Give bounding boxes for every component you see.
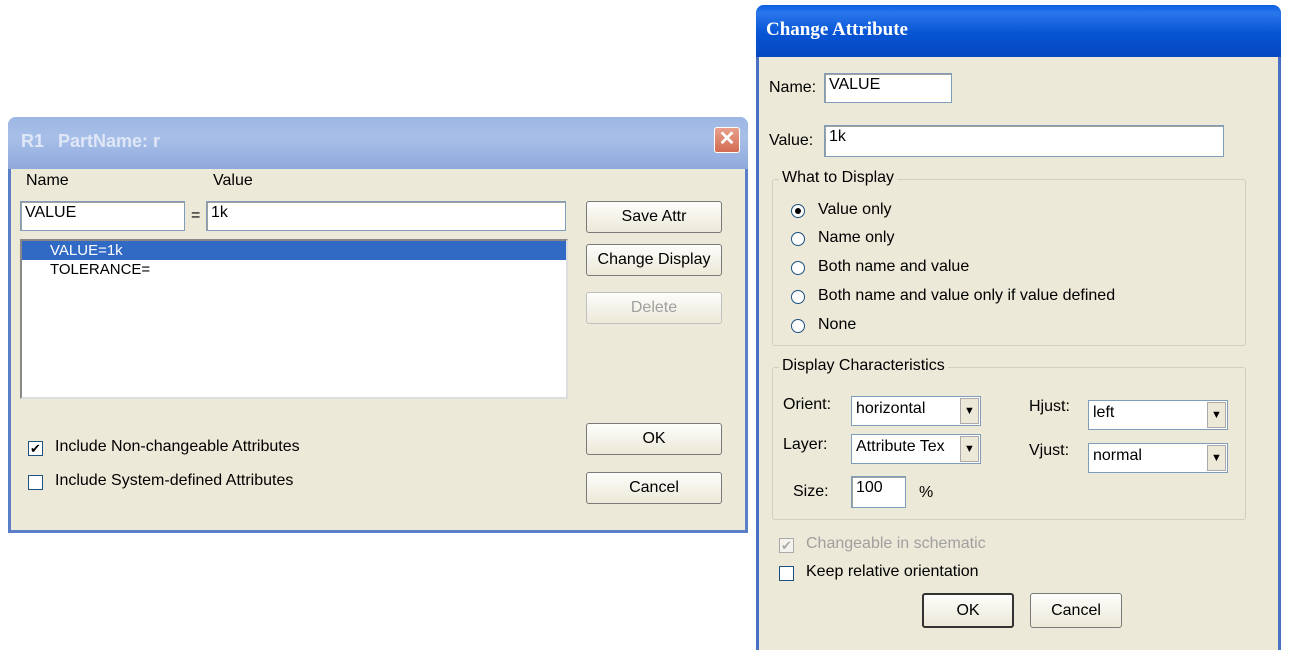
orient-value: horizontal [856,400,926,417]
cancel-button[interactable]: Cancel [586,472,722,504]
radio-both[interactable] [791,261,805,275]
orient-label: Orient: [783,396,832,413]
what-to-display-group: What to Display Value only Name only Bot… [772,169,1246,346]
delete-button[interactable]: Delete [586,292,722,324]
title-bar[interactable]: Change Attribute [756,5,1281,57]
chevron-down-icon[interactable]: ▼ [960,436,979,462]
attributes-dialog: R1 PartName: r ✕ Name Value VALUE = 1k VA… [8,117,748,533]
changeable-checkbox[interactable]: ✔ [779,538,794,553]
dialog-title: R1 PartName: r [21,131,160,152]
radio-value-only[interactable] [791,204,805,218]
change-attribute-dialog: Change Attribute Name: VALUE Value: 1k W… [756,5,1281,650]
size-label: Size: [793,483,829,500]
title-bar[interactable]: R1 PartName: r ✕ [8,117,748,169]
size-input[interactable]: 100 [851,476,906,508]
vjust-select[interactable]: normal ▼ [1088,443,1228,473]
vjust-label: Vjust: [1029,442,1070,459]
dialog-title: Change Attribute [766,19,908,40]
attribute-name-input[interactable]: VALUE [20,201,185,231]
radio-none[interactable] [791,319,805,333]
list-item[interactable]: VALUE=1k [22,241,566,260]
radio-label: Both name and value only if value define… [818,287,1116,304]
group-title: What to Display [779,169,898,187]
display-characteristics-group: Display Characteristics Orient: horizont… [772,357,1246,520]
radio-label: Value only [818,201,892,218]
hjust-select[interactable]: left ▼ [1088,400,1228,430]
change-display-button[interactable]: Change Display [586,244,722,276]
save-attr-button[interactable]: Save Attr [586,201,722,233]
changeable-label: Changeable in schematic [806,535,986,552]
layer-value: Attribute Tex [856,438,945,455]
ok-button[interactable]: OK [922,593,1014,628]
include-nonchangeable-checkbox[interactable]: ✔ [28,441,43,456]
attribute-list[interactable]: VALUE=1k TOLERANCE= [20,239,568,399]
radio-name-only[interactable] [791,232,805,246]
radio-label: Both name and value [818,258,970,275]
value-input[interactable]: 1k [824,125,1224,157]
size-unit: % [919,484,934,501]
attribute-value-input[interactable]: 1k [206,201,566,231]
include-nonchangeable-label: Include Non-changeable Attributes [55,438,300,455]
vjust-value: normal [1093,447,1142,464]
checkmark-icon: ✔ [781,538,792,553]
chevron-down-icon[interactable]: ▼ [960,398,979,424]
group-title: Display Characteristics [779,357,948,375]
orient-select[interactable]: horizontal ▼ [851,396,981,426]
part-name-title: PartName: r [58,131,161,151]
layer-select[interactable]: Attribute Tex ▼ [851,434,981,464]
value-label: Value: [769,132,814,149]
close-icon: ✕ [718,128,736,150]
name-header: Name [26,172,69,189]
hjust-value: left [1093,404,1115,421]
radio-label: None [818,316,857,333]
close-button[interactable]: ✕ [714,127,740,153]
cancel-button[interactable]: Cancel [1030,593,1122,628]
keep-relative-label: Keep relative orientation [806,563,979,580]
layer-label: Layer: [783,436,828,453]
chevron-down-icon[interactable]: ▼ [1207,402,1226,428]
checkmark-icon: ✔ [30,441,41,456]
chevron-down-icon[interactable]: ▼ [1207,445,1226,471]
include-system-checkbox[interactable] [28,475,43,490]
radio-label: Name only [818,229,895,246]
ok-button[interactable]: OK [586,423,722,455]
equals-sign: = [191,207,201,224]
radio-both-if-defined[interactable] [791,290,805,304]
list-item[interactable]: TOLERANCE= [22,260,566,279]
hjust-label: Hjust: [1029,398,1070,415]
value-header: Value [213,172,253,189]
part-reference: R1 [21,131,45,151]
name-input[interactable]: VALUE [824,73,952,103]
include-system-label: Include System-defined Attributes [55,472,294,489]
keep-relative-checkbox[interactable] [779,566,794,581]
name-label: Name: [769,79,817,96]
